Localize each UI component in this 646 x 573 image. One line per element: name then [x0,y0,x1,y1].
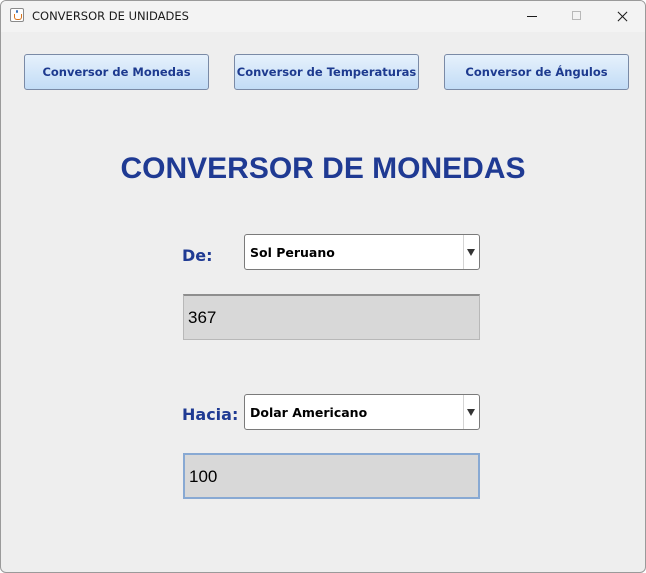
app-window: CONVERSOR DE UNIDADES Conversor de Moned… [0,0,646,573]
to-amount-field[interactable]: 100 [183,453,480,499]
from-currency-select[interactable]: Sol Peruano [244,234,480,270]
maximize-icon [572,11,581,20]
to-currency-select[interactable]: Dolar Americano [244,394,480,430]
java-cup-icon [10,8,24,22]
from-amount-field[interactable]: 367 [183,294,480,340]
currency-converter-button[interactable]: Conversor de Monedas [24,54,209,90]
chevron-down-icon [467,409,475,416]
from-currency-value: Sol Peruano [250,245,335,260]
minimize-icon [527,16,537,17]
to-label: Hacia: [182,405,239,424]
temperature-converter-button[interactable]: Conversor de Temperaturas [234,54,419,90]
window-title: CONVERSOR DE UNIDADES [32,9,189,23]
title-bar[interactable]: CONVERSOR DE UNIDADES [1,1,645,32]
page-title: CONVERSOR DE MONEDAS [120,152,526,185]
to-currency-value: Dolar Americano [250,405,368,420]
angle-converter-button[interactable]: Conversor de Ángulos [444,54,629,90]
from-currency-dropdown-button[interactable] [463,235,479,269]
to-currency-dropdown-button[interactable] [463,395,479,429]
from-label: De: [182,246,213,265]
minimize-button[interactable] [509,1,555,32]
maximize-button[interactable] [554,1,600,32]
close-button[interactable] [599,1,645,32]
chevron-down-icon [467,249,475,256]
